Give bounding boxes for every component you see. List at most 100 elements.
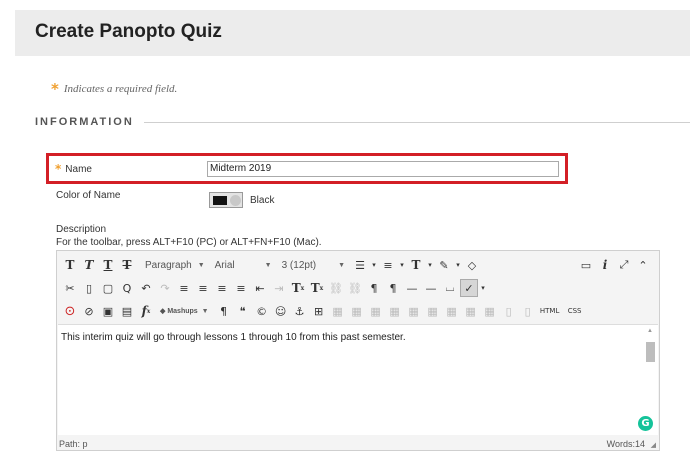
- align-center-icon[interactable]: ≡: [194, 279, 212, 297]
- highlight-pen-icon[interactable]: ✎: [435, 256, 453, 274]
- toolbar-row-1: T T T T Paragraph ▼ Arial ▼ 3 (12pt) ▼ ☰ ▾ ≡…: [57, 254, 659, 276]
- underline-button[interactable]: T: [99, 256, 117, 274]
- chevron-down-icon[interactable]: ▾: [426, 256, 434, 274]
- editor-content-area[interactable]: This interim quiz will go through lesson…: [58, 324, 658, 435]
- eraser-icon[interactable]: ◇: [463, 256, 481, 274]
- rich-text-editor: T T T T Paragraph ▼ Arial ▼ 3 (12pt) ▼ ☰ ▾ ≡…: [56, 250, 660, 451]
- text-color-icon[interactable]: T: [407, 256, 425, 274]
- table-delete-row-icon[interactable]: ▦: [367, 302, 385, 320]
- superscript-icon[interactable]: Tx: [289, 279, 307, 297]
- toolbar-help-text: For the toolbar, press ALT+F10 (PC) or A…: [56, 237, 322, 248]
- color-picker-button[interactable]: [209, 192, 243, 208]
- strikethrough-button[interactable]: T: [118, 256, 136, 274]
- align-left-icon[interactable]: ≡: [175, 279, 193, 297]
- table-props-icon[interactable]: ▦: [481, 302, 499, 320]
- table-icon[interactable]: ⊞: [310, 302, 328, 320]
- required-field-note: * Indicates a required field.: [51, 80, 177, 98]
- table-split-icon[interactable]: ▦: [443, 302, 461, 320]
- numbered-list-icon[interactable]: ≡: [379, 256, 397, 274]
- quote-icon[interactable]: ❝: [234, 302, 252, 320]
- table-borders-icon[interactable]: ▯: [519, 302, 537, 320]
- chevron-down-icon: ▼: [201, 307, 209, 315]
- collapse-toolbar-icon[interactable]: ⌃: [634, 256, 652, 274]
- toolbar-row-2: ✂ ▯ ▢ Q ↶ ↷ ≡ ≡ ≡ ≡ ⇤ ⇥ Tx Tx ⛓ ⛓ ¶ ¶ — …: [57, 277, 659, 299]
- html-icon[interactable]: HTML: [538, 302, 562, 320]
- chevron-down-icon[interactable]: ▾: [370, 256, 378, 274]
- chevron-down-icon: ▼: [197, 261, 205, 269]
- editor-status-bar: Path: p Words:14 ◢: [57, 439, 659, 451]
- font-select-value: Arial: [214, 259, 235, 271]
- table-row-below-icon[interactable]: ▦: [348, 302, 366, 320]
- required-asterisk: *: [55, 162, 62, 176]
- subscript-icon[interactable]: Tx: [308, 279, 326, 297]
- horizontal-rule-icon[interactable]: —: [403, 279, 421, 297]
- spellcheck-icon[interactable]: ✓: [460, 279, 478, 297]
- chevron-down-icon[interactable]: ▾: [479, 279, 487, 297]
- table-delete-col-icon[interactable]: ▦: [424, 302, 442, 320]
- unlink-icon[interactable]: ⛓: [346, 279, 364, 297]
- anchor-icon[interactable]: ⚓: [291, 302, 309, 320]
- formula-icon[interactable]: fx: [137, 302, 155, 320]
- required-note-text: Indicates a required field.: [63, 83, 178, 95]
- css-icon[interactable]: CSS: [563, 302, 587, 320]
- italic-button[interactable]: T: [80, 256, 98, 274]
- fullscreen-icon[interactable]: ⤢: [615, 256, 633, 274]
- name-field-highlight: * Name Midterm 2019: [46, 153, 568, 184]
- resize-handle-icon[interactable]: ◢: [651, 441, 656, 449]
- align-justify-icon[interactable]: ≡: [232, 279, 250, 297]
- font-size-value: 3 (12pt): [281, 259, 317, 271]
- record-icon[interactable]: ⊙: [61, 302, 79, 320]
- info-icon[interactable]: i: [596, 256, 614, 274]
- paragraph-select[interactable]: Paragraph ▼: [141, 256, 209, 274]
- section-divider: [143, 121, 690, 123]
- table-col-before-icon[interactable]: ▦: [386, 302, 404, 320]
- ltr-icon[interactable]: ¶: [365, 279, 383, 297]
- indent-icon[interactable]: ⇥: [270, 279, 288, 297]
- grammarly-icon[interactable]: G: [638, 416, 653, 431]
- table-merge-icon[interactable]: ▦: [462, 302, 480, 320]
- rtl-icon[interactable]: ¶: [384, 279, 402, 297]
- scrollbar-thumb[interactable]: [646, 342, 655, 362]
- emoticon-icon[interactable]: ☺: [272, 302, 290, 320]
- undo-icon[interactable]: ↶: [137, 279, 155, 297]
- element-path: Path: p: [59, 439, 88, 449]
- outdent-icon[interactable]: ⇤: [251, 279, 269, 297]
- paste-icon[interactable]: ▢: [99, 279, 117, 297]
- color-value: Black: [250, 195, 275, 206]
- mashups-label: Mashups: [167, 307, 198, 315]
- redo-icon[interactable]: ↷: [156, 279, 174, 297]
- color-dropdown-icon: [230, 195, 241, 206]
- section-title: INFORMATION: [35, 116, 134, 128]
- copyright-icon[interactable]: ©: [253, 302, 271, 320]
- color-swatch: [213, 196, 227, 205]
- link-icon[interactable]: ⛓: [327, 279, 345, 297]
- image-icon[interactable]: ▣: [99, 302, 117, 320]
- bullet-list-icon[interactable]: ☰: [351, 256, 369, 274]
- preview-icon[interactable]: ▭: [577, 256, 595, 274]
- editor-content-text: This interim quiz will go through lesson…: [61, 332, 406, 343]
- description-label: Description: [56, 224, 107, 235]
- paragraph-mark-icon[interactable]: ¶: [215, 302, 233, 320]
- scroll-up-icon[interactable]: ▲: [647, 328, 653, 334]
- chevron-down-icon[interactable]: ▾: [398, 256, 406, 274]
- table-col-after-icon[interactable]: ▦: [405, 302, 423, 320]
- line-icon[interactable]: —: [422, 279, 440, 297]
- bold-button[interactable]: T: [61, 256, 79, 274]
- table-row-above-icon[interactable]: ▦: [329, 302, 347, 320]
- nonbreaking-space-icon[interactable]: ⌴: [441, 279, 459, 297]
- table-cell-icon[interactable]: ▯: [500, 302, 518, 320]
- media-icon[interactable]: ▤: [118, 302, 136, 320]
- name-input[interactable]: Midterm 2019: [207, 161, 559, 177]
- copy-icon[interactable]: ▯: [80, 279, 98, 297]
- chevron-down-icon: ▼: [338, 261, 345, 269]
- paragraph-select-value: Paragraph: [145, 259, 192, 271]
- align-right-icon[interactable]: ≡: [213, 279, 231, 297]
- chevron-down-icon[interactable]: ▾: [454, 256, 462, 274]
- search-icon[interactable]: Q: [118, 279, 136, 297]
- mashups-select[interactable]: ◆ Mashups ▼: [156, 302, 213, 320]
- font-size-select[interactable]: 3 (12pt) ▼: [278, 256, 349, 274]
- font-family-select[interactable]: Arial ▼: [211, 256, 276, 274]
- chevron-down-icon: ▼: [264, 261, 272, 269]
- attach-icon[interactable]: ⊘: [80, 302, 98, 320]
- cut-icon[interactable]: ✂: [61, 279, 79, 297]
